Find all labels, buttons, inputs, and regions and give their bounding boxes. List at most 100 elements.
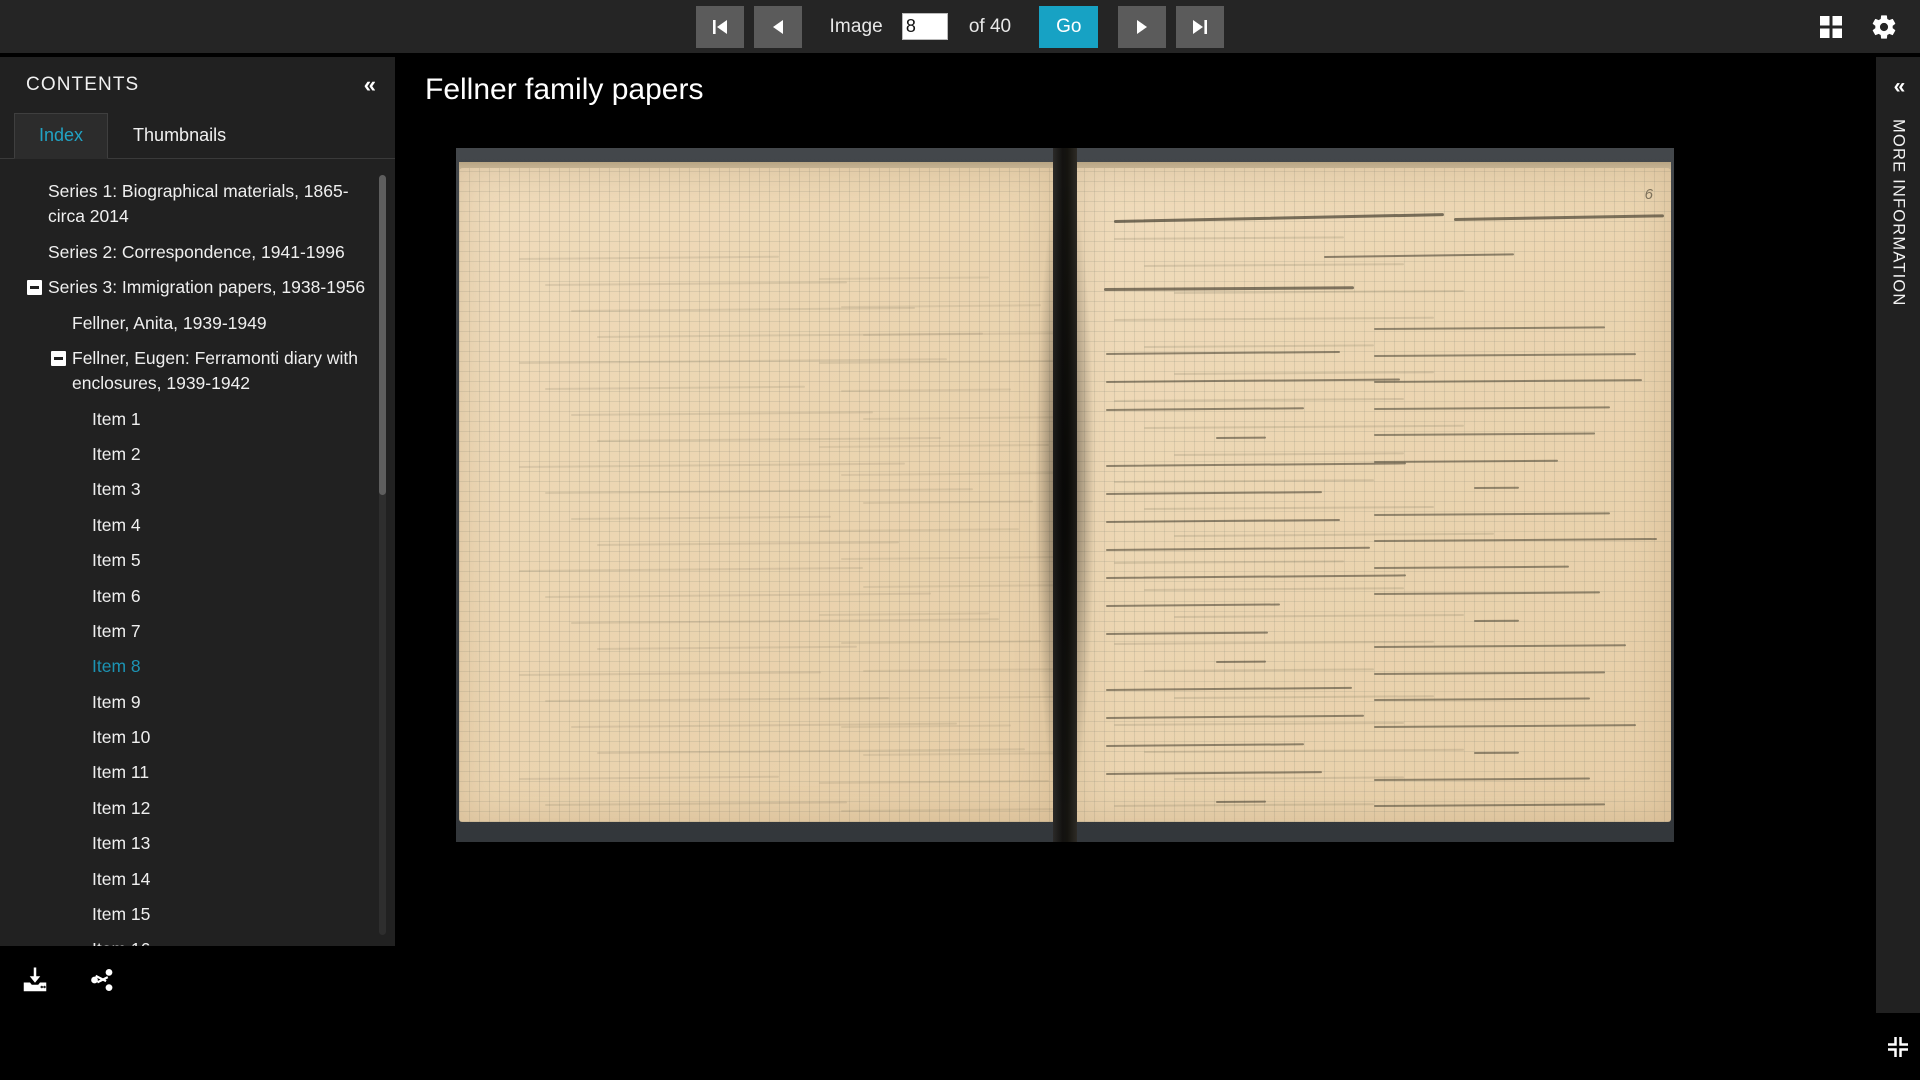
handwriting-stroke xyxy=(1105,603,1281,608)
handwriting-stroke xyxy=(1373,538,1658,542)
handwriting-stroke xyxy=(1113,213,1444,223)
tree-node[interactable]: Series 3: Immigration papers, 1938-1956 xyxy=(14,270,373,305)
tree-item-label: Series 1: Biographical materials, 1865-c… xyxy=(48,181,349,227)
handwriting-stroke xyxy=(1473,751,1520,754)
go-button[interactable]: Go xyxy=(1039,5,1099,48)
tree-item[interactable]: Item 10 xyxy=(14,720,373,755)
contents-header: CONTENTS « xyxy=(0,57,395,113)
info-rail-footer xyxy=(1876,1013,1920,1080)
tree-item[interactable]: Item 4 xyxy=(14,508,373,543)
tree-item-label: Item 8 xyxy=(92,656,141,677)
download-button[interactable] xyxy=(20,965,50,995)
tree-item-label: Item 4 xyxy=(92,514,141,535)
handwriting-stroke xyxy=(1105,743,1305,748)
tree-item-label: Item 12 xyxy=(92,797,151,818)
handwriting-stroke xyxy=(1105,546,1370,552)
collapse-contents-icon[interactable]: « xyxy=(364,74,376,96)
tree-item[interactable]: Item 7 xyxy=(14,614,373,649)
grid-view-button[interactable] xyxy=(1818,14,1844,40)
first-page-button[interactable] xyxy=(695,5,744,48)
handwriting-stroke xyxy=(1105,631,1269,636)
tree-item-label: Item 15 xyxy=(92,903,151,924)
handwriting-stroke xyxy=(1105,686,1353,692)
handwriting-stroke xyxy=(1373,326,1606,330)
next-page-button[interactable] xyxy=(1118,5,1167,48)
tree-item-label: Item 2 xyxy=(92,444,141,464)
exit-fullscreen-button[interactable] xyxy=(1883,1032,1913,1062)
tree-item[interactable]: Item 5 xyxy=(14,543,373,578)
tree-item-label: Item 13 xyxy=(92,833,151,854)
handwriting-stroke xyxy=(1373,803,1606,807)
tree-item[interactable]: Item 2 xyxy=(14,437,373,472)
collapse-toggle-icon[interactable] xyxy=(27,280,42,296)
image-viewer[interactable]: Fellner family papers 6 xyxy=(395,53,1920,1080)
handwriting-stroke xyxy=(1143,587,1405,591)
tree-item[interactable]: Item 3 xyxy=(14,472,373,507)
left-page-showthrough-text xyxy=(459,168,1056,822)
tree-item[interactable]: Item 12 xyxy=(14,791,373,826)
tab-thumbnails[interactable]: Thumbnails xyxy=(108,113,251,158)
more-information-panel[interactable]: « MORE INFORMATION xyxy=(1876,57,1920,1013)
collapse-toggle-icon[interactable] xyxy=(51,350,66,366)
handwriting-stroke xyxy=(1173,371,1435,375)
contents-scrollbar[interactable] xyxy=(379,175,386,935)
handwriting-stroke xyxy=(1113,803,1375,807)
collapse-info-icon[interactable]: « xyxy=(1894,75,1906,99)
tree-item[interactable]: Item 9 xyxy=(14,685,373,720)
handwriting-stroke xyxy=(862,500,1034,504)
tree-item-label: Item 5 xyxy=(92,550,141,571)
previous-page-icon xyxy=(772,19,783,34)
manuscript-left-page xyxy=(459,168,1056,822)
handwriting-stroke xyxy=(1373,352,1637,357)
share-button[interactable] xyxy=(88,966,116,994)
contents-title: CONTENTS xyxy=(26,74,140,95)
last-page-button[interactable] xyxy=(1176,5,1225,48)
tree-item[interactable]: Item 15 xyxy=(14,897,373,932)
handwriting-stroke xyxy=(1373,644,1627,648)
tree-item[interactable]: Item 14 xyxy=(14,862,373,897)
top-toolbar: Image of 40 Go xyxy=(0,0,1920,53)
handwriting-stroke xyxy=(544,801,847,806)
handwriting-stroke xyxy=(570,411,873,416)
tree-item[interactable]: Item 11 xyxy=(14,755,373,790)
previous-page-button[interactable] xyxy=(753,5,802,48)
handwriting-stroke xyxy=(544,592,931,598)
handwriting-stroke xyxy=(1105,491,1323,496)
handwriting-stroke xyxy=(596,541,899,546)
tree-node[interactable]: Fellner, Anita, 1939-1949 xyxy=(14,306,373,341)
handwriting-stroke xyxy=(1173,532,1494,537)
handwriting-stroke xyxy=(862,583,1056,588)
handwriting-stroke xyxy=(840,807,1056,812)
first-page-icon xyxy=(712,19,727,34)
handwriting-stroke xyxy=(840,640,1042,644)
handwriting-stroke xyxy=(1373,723,1637,728)
handwriting-stroke xyxy=(570,515,831,520)
tree-item[interactable]: Item 6 xyxy=(14,579,373,614)
tree-item-label: Item 11 xyxy=(92,762,150,783)
handwriting-stroke xyxy=(1143,424,1464,429)
next-page-icon xyxy=(1137,19,1148,34)
handwriting-stroke xyxy=(1143,505,1434,510)
handwriting-stroke xyxy=(570,618,999,624)
tree-item-label: Fellner, Eugen: Ferramonti diary with en… xyxy=(72,347,358,394)
tree-node[interactable]: Series 1: Biographical materials, 1865-c… xyxy=(14,174,373,235)
handwriting-stroke xyxy=(1173,289,1464,294)
settings-button[interactable] xyxy=(1870,13,1898,41)
image-number-input[interactable] xyxy=(901,13,948,40)
handwriting-stroke xyxy=(1173,452,1405,456)
tree-item[interactable]: Item 13 xyxy=(14,826,373,861)
tree-node[interactable]: Fellner, Eugen: Ferramonti diary with en… xyxy=(14,341,373,402)
handwriting-stroke xyxy=(1215,800,1267,803)
tree-item[interactable]: Item 8 xyxy=(14,649,373,684)
handwriting-stroke xyxy=(1143,344,1375,348)
image-label: Image xyxy=(829,15,883,37)
handwriting-stroke xyxy=(1105,350,1341,356)
tab-index[interactable]: Index xyxy=(14,113,109,159)
manuscript-right-page: 6 xyxy=(1074,168,1671,822)
contents-scrollbar-thumb[interactable] xyxy=(379,175,386,495)
handwriting-stroke xyxy=(840,304,1042,308)
manuscript-image[interactable]: 6 xyxy=(456,148,1674,842)
handwriting-stroke xyxy=(1323,253,1514,258)
tree-node[interactable]: Series 2: Correspondence, 1941-1996 xyxy=(14,235,373,270)
tree-item[interactable]: Item 1 xyxy=(14,402,373,437)
